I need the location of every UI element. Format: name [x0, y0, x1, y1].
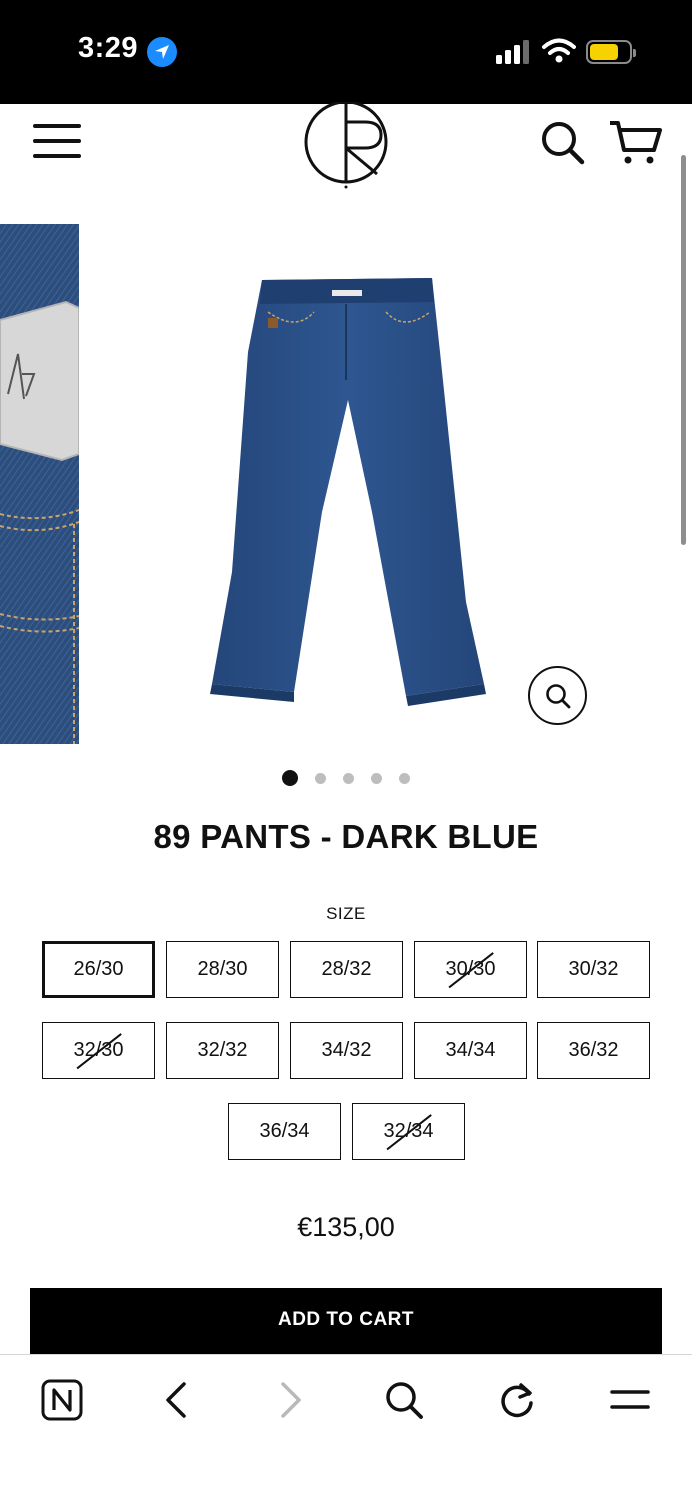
size-option-label: 28/32: [321, 958, 372, 980]
gallery-dot[interactable]: [371, 773, 382, 784]
gallery-pagination: [0, 769, 692, 787]
size-label: SIZE: [326, 904, 366, 923]
browser-menu-icon[interactable]: [609, 1379, 651, 1421]
gallery-dot[interactable]: [399, 773, 410, 784]
size-option[interactable]: 36/32: [537, 1022, 650, 1079]
size-option[interactable]: 28/30: [166, 941, 279, 998]
forward-icon: [281, 1382, 301, 1418]
magnifier-icon: [546, 684, 571, 709]
product-image-jeans[interactable]: [196, 272, 496, 712]
zoom-button[interactable]: [528, 666, 587, 725]
gallery-dot[interactable]: [282, 770, 298, 786]
size-option[interactable]: 32/32: [166, 1022, 279, 1079]
size-option[interactable]: 30/30: [414, 941, 527, 998]
wifi-icon: [542, 38, 576, 63]
size-option[interactable]: 30/32: [537, 941, 650, 998]
location-arrow-icon: [147, 37, 177, 67]
browser-toolbar: [0, 1354, 692, 1500]
cellular-signal-icon: [496, 40, 529, 64]
product-price: €135,00: [297, 1212, 395, 1242]
size-option-label: 32/32: [197, 1039, 248, 1061]
size-option[interactable]: 26/30: [42, 941, 155, 998]
size-option[interactable]: 34/34: [414, 1022, 527, 1079]
size-option[interactable]: 28/32: [290, 941, 403, 998]
size-option-label: 34/34: [445, 1039, 496, 1061]
product-title: 89 PANTS - DARK BLUE: [153, 818, 539, 855]
polar-logo[interactable]: [303, 102, 391, 192]
reload-icon[interactable]: [497, 1379, 537, 1421]
size-option-label: 30/32: [568, 958, 619, 980]
gallery-previous-image[interactable]: [0, 224, 79, 744]
status-bar: 3:29: [0, 0, 692, 104]
cart-icon[interactable]: [608, 120, 664, 166]
n-tab-icon[interactable]: [41, 1379, 83, 1421]
size-option-label: 34/32: [321, 1039, 372, 1061]
size-option-label: 36/34: [259, 1120, 310, 1142]
size-option[interactable]: 36/34: [228, 1103, 341, 1160]
browser-search-icon[interactable]: [384, 1379, 424, 1421]
site-header: [0, 102, 692, 194]
hamburger-menu-icon[interactable]: [33, 124, 81, 164]
gallery-dot[interactable]: [343, 773, 354, 784]
size-option[interactable]: 32/30: [42, 1022, 155, 1079]
gallery-dot[interactable]: [315, 773, 326, 784]
back-icon[interactable]: [162, 1379, 190, 1421]
size-option-label: 26/30: [73, 958, 124, 980]
size-option-label: 36/32: [568, 1039, 619, 1061]
size-option-label: 28/30: [197, 958, 248, 980]
size-option[interactable]: 32/34: [352, 1103, 465, 1160]
status-time: 3:29: [78, 32, 139, 64]
add-to-cart-button[interactable]: ADD TO CART: [30, 1288, 662, 1356]
page-scrollbar[interactable]: [681, 155, 686, 545]
size-option[interactable]: 34/32: [290, 1022, 403, 1079]
battery-icon: [586, 40, 636, 64]
search-icon[interactable]: [540, 120, 586, 166]
